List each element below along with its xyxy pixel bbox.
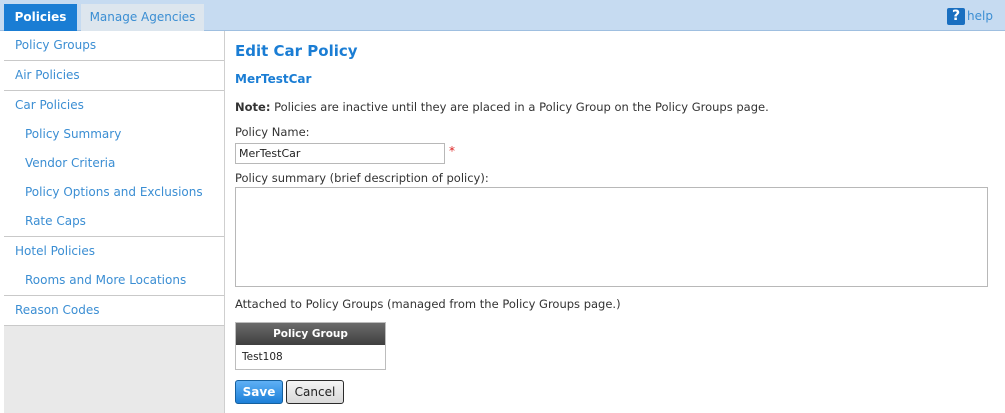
policy-subtitle: MerTestCar — [235, 72, 312, 86]
sidebar: Policy Groups Air Policies Car Policies … — [4, 31, 225, 413]
table-header-policy-group: Policy Group — [236, 323, 385, 345]
top-tab-bar: Policies Manage Agencies ? help — [0, 0, 1005, 31]
help-icon[interactable]: ? — [947, 7, 966, 25]
sidebar-item-policy-groups[interactable]: Policy Groups — [4, 31, 224, 60]
policy-group-table: Policy Group Test108 — [235, 322, 386, 370]
help-label[interactable]: help — [967, 9, 993, 23]
sidebar-item-car-policies[interactable]: Car Policies — [4, 91, 224, 120]
save-button[interactable]: Save — [235, 380, 283, 404]
sidebar-item-policy-summary[interactable]: Policy Summary — [4, 120, 224, 149]
tab-manage-agencies[interactable]: Manage Agencies — [81, 4, 204, 31]
sidebar-item-reason-codes[interactable]: Reason Codes — [4, 296, 224, 325]
sidebar-group-policy-groups: Policy Groups — [4, 31, 224, 61]
policy-summary-textarea[interactable] — [235, 187, 988, 287]
policy-name-input[interactable] — [235, 143, 445, 164]
sidebar-group-reason-codes: Reason Codes — [4, 296, 224, 326]
policy-note: Note: Policies are inactive until they a… — [235, 100, 769, 114]
sidebar-group-air: Air Policies — [4, 61, 224, 91]
sidebar-group-hotel: Hotel Policies Rooms and More Locations — [4, 237, 224, 296]
sidebar-item-air-policies[interactable]: Air Policies — [4, 61, 224, 90]
attached-groups-label: Attached to Policy Groups (managed from … — [235, 297, 621, 311]
sidebar-group-car: Car Policies Policy Summary Vendor Crite… — [4, 91, 224, 237]
tab-policies[interactable]: Policies — [4, 4, 77, 31]
policy-name-label: Policy Name: — [235, 125, 310, 139]
cancel-button[interactable]: Cancel — [286, 380, 344, 404]
required-marker: * — [449, 144, 455, 158]
page-title: Edit Car Policy — [235, 42, 358, 60]
sidebar-item-rooms-locations[interactable]: Rooms and More Locations — [4, 266, 224, 295]
policy-summary-label: Policy summary (brief description of pol… — [235, 171, 489, 185]
sidebar-item-vendor-criteria[interactable]: Vendor Criteria — [4, 149, 224, 178]
sidebar-item-rate-caps[interactable]: Rate Caps — [4, 207, 224, 236]
help-link[interactable]: ? help — [947, 7, 993, 25]
note-text: Policies are inactive until they are pla… — [270, 100, 769, 114]
sidebar-item-hotel-policies[interactable]: Hotel Policies — [4, 237, 224, 266]
note-label: Note: — [235, 100, 271, 114]
sidebar-item-policy-options[interactable]: Policy Options and Exclusions — [4, 178, 224, 207]
table-row: Test108 — [236, 345, 385, 369]
